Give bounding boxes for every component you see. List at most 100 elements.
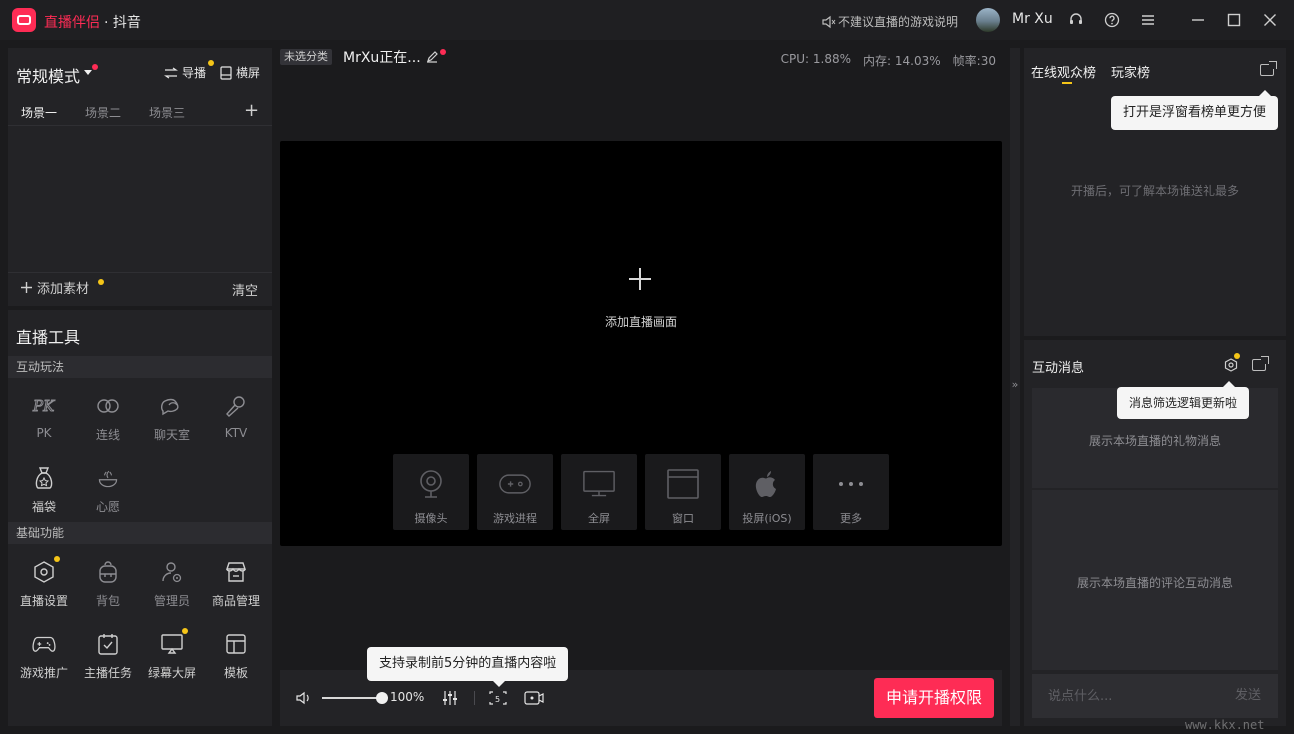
stream-header: 未选分类 MrXu正在... CPU: 1.88% 内存: 14.03% 帧率:… — [280, 44, 1002, 72]
tool-pk[interactable]: PK PK — [12, 394, 76, 450]
divider — [8, 272, 272, 273]
source-ios-cast[interactable]: 投屏(iOS) — [729, 454, 805, 530]
maximize-icon[interactable] — [1224, 10, 1244, 30]
source-window[interactable]: 窗口 — [645, 454, 721, 530]
tab-scene-3[interactable]: 场景三 — [149, 104, 185, 121]
chevron-down-icon[interactable] — [84, 70, 92, 75]
tool-chatroom[interactable]: 聊天室 — [140, 394, 204, 450]
performance-stats: CPU: 1.88% 内存: 14.03% 帧率:30 — [781, 52, 996, 69]
filter-badge — [1234, 353, 1240, 359]
tool-wish[interactable]: 心愿 — [76, 466, 140, 522]
record-camera-icon[interactable] — [524, 688, 544, 708]
tab-player-rank[interactable]: 玩家榜 — [1111, 62, 1150, 81]
tool-label: 主播任务 — [83, 666, 132, 680]
tool-label: 直播设置 — [19, 594, 68, 608]
tool-admin[interactable]: 管理员 — [140, 560, 204, 616]
volume-slider-handle[interactable] — [376, 692, 388, 704]
wish-icon — [96, 466, 120, 490]
landscape-button[interactable]: 横屏 — [220, 64, 260, 81]
chatroom-icon — [160, 394, 184, 418]
landscape-icon — [220, 65, 232, 80]
popout-icon[interactable] — [1260, 61, 1277, 76]
guide-label: 导播 — [182, 66, 207, 80]
mixer-icon[interactable] — [440, 688, 460, 708]
add-screen-label[interactable]: 添加直播画面 — [280, 313, 1002, 330]
tool-label: 连线 — [95, 428, 120, 442]
tool-label: 商品管理 — [211, 594, 260, 608]
source-game-process[interactable]: 游戏进程 — [477, 454, 553, 530]
chat-input[interactable] — [1032, 674, 1218, 718]
minimize-icon[interactable] — [1188, 10, 1208, 30]
live-settings-badge — [54, 556, 60, 562]
edit-icon[interactable] — [426, 51, 438, 63]
username[interactable]: Mr Xu — [1012, 11, 1053, 27]
frame-rate: 帧率:30 — [952, 54, 996, 68]
collapse-right-icon[interactable]: » — [1010, 378, 1020, 391]
mode-badge — [92, 64, 98, 70]
tool-label: 管理员 — [153, 594, 190, 608]
close-icon[interactable] — [1260, 10, 1280, 30]
clear-button[interactable]: 清空 — [232, 280, 258, 299]
mode-selector[interactable]: 常规模式 — [16, 63, 80, 87]
source-camera[interactable]: 摄像头 — [393, 454, 469, 530]
app-platform: · 抖音 — [104, 15, 141, 31]
pk-icon: PK — [32, 394, 56, 418]
game-process-icon — [499, 468, 531, 500]
messages-tooltip: 消息筛选逻辑更新啦 — [1117, 381, 1250, 419]
tab-scene-2[interactable]: 场景二 — [85, 104, 121, 121]
title-badge — [440, 49, 446, 55]
tool-product-management[interactable]: 商品管理 — [204, 560, 268, 616]
svg-text:PK: PK — [32, 397, 55, 415]
volume-slider[interactable] — [322, 697, 382, 699]
popout-icon[interactable] — [1252, 356, 1269, 371]
apply-stream-permission-button[interactable]: 申请开播权限 — [874, 678, 994, 718]
game-notice-link[interactable]: 不建议直播的游戏说明 — [822, 13, 958, 30]
source-label: 更多 — [840, 512, 862, 525]
tool-label: 模板 — [223, 666, 248, 680]
source-label: 游戏进程 — [493, 512, 537, 525]
settings-hex-icon — [32, 560, 56, 584]
tools-panel: 直播工具 互动玩法 PK PK 连线 聊天室 KTV 福袋 心愿 基础功能 直播… — [8, 310, 272, 726]
link-icon — [96, 394, 120, 418]
menu-icon[interactable] — [1138, 10, 1158, 30]
template-icon — [224, 632, 248, 656]
source-fullscreen[interactable]: 全屏 — [561, 454, 637, 530]
tab-online-viewers[interactable]: 在线观众榜 — [1031, 62, 1096, 81]
source-more[interactable]: 更多 — [813, 454, 889, 530]
add-source-button[interactable]: 添加素材 — [20, 278, 89, 297]
category-tag[interactable]: 未选分类 — [280, 49, 332, 65]
scene-panel: 常规模式 导播 横屏 场景一 场景二 场景三 + 添加素材 清空 — [8, 48, 272, 306]
watermark: www.kkx.net — [1185, 718, 1265, 732]
tool-streamer-tasks[interactable]: 主播任务 — [76, 632, 140, 688]
guide-button[interactable]: 导播 — [164, 64, 206, 81]
tool-greenscreen[interactable]: 绿幕大屏 — [140, 632, 204, 688]
tool-ktv[interactable]: KTV — [204, 394, 268, 450]
avatar[interactable] — [976, 8, 1000, 32]
tool-game-promotion[interactable]: 游戏推广 — [12, 632, 76, 688]
app-logo-icon — [12, 8, 36, 32]
add-screen-icon[interactable] — [629, 268, 651, 290]
microphone-icon — [224, 394, 248, 418]
memory-usage: 内存: 14.03% — [863, 54, 941, 68]
support-icon[interactable] — [1066, 10, 1086, 30]
tool-backpack[interactable]: 背包 — [76, 560, 140, 616]
tool-link[interactable]: 连线 — [76, 394, 140, 450]
tool-template[interactable]: 模板 — [204, 632, 268, 688]
filter-settings-icon[interactable] — [1224, 358, 1238, 372]
ranking-empty-text: 开播后，可了解本场谁送礼最多 — [1070, 184, 1239, 198]
tool-lucky-bag[interactable]: 福袋 — [12, 466, 76, 522]
lucky-bag-icon — [32, 466, 56, 490]
tool-label: PK — [36, 426, 52, 440]
send-button[interactable]: 发送 — [1218, 674, 1278, 718]
comment-messages-area: 展示本场直播的评论互动消息 — [1032, 490, 1278, 670]
section-interactive: 互动玩法 — [8, 356, 272, 378]
tool-live-settings[interactable]: 直播设置 — [12, 560, 76, 616]
tab-scene-1[interactable]: 场景一 — [21, 104, 57, 121]
camera-icon — [415, 468, 447, 500]
replay-record-icon[interactable]: 5 — [488, 688, 508, 708]
stream-title[interactable]: MrXu正在... — [343, 47, 421, 67]
add-scene-icon[interactable]: + — [244, 100, 259, 121]
volume-icon[interactable] — [296, 691, 312, 705]
help-icon[interactable] — [1102, 10, 1122, 30]
cpu-usage: CPU: 1.88% — [780, 52, 852, 66]
